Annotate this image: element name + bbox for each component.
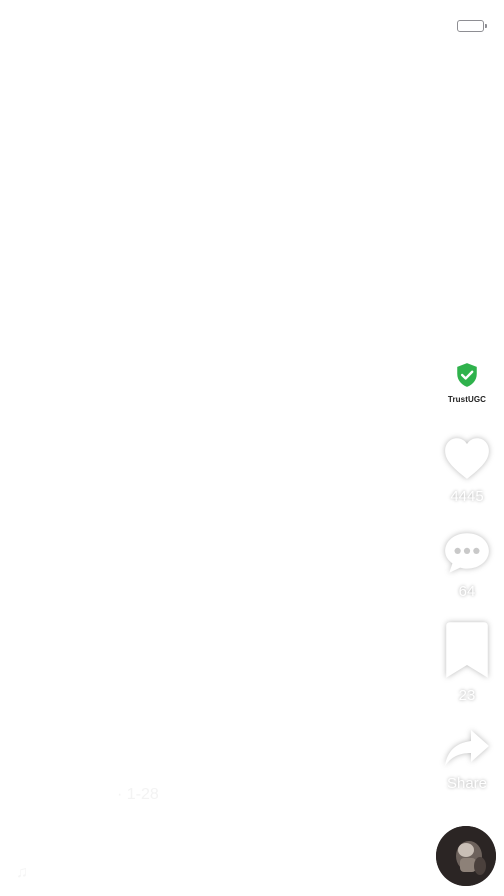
music-info[interactable]: ♫ bbox=[16, 864, 28, 882]
avatar-image bbox=[436, 826, 496, 886]
post-date: · 1-28 bbox=[117, 786, 159, 803]
shield-check-icon bbox=[457, 363, 477, 387]
share-label: Share bbox=[446, 775, 488, 792]
trust-label: TrustUGC bbox=[447, 395, 487, 404]
battery-icon bbox=[457, 20, 487, 32]
share-arrow-icon bbox=[445, 730, 489, 766]
share-button[interactable]: Share bbox=[436, 728, 498, 792]
author-avatar[interactable] bbox=[436, 826, 496, 886]
bookmark-button[interactable]: 23 bbox=[436, 620, 498, 704]
heart-icon bbox=[445, 438, 489, 479]
like-count: 4445 bbox=[450, 488, 484, 505]
comment-icon bbox=[445, 533, 489, 573]
comment-count: 64 bbox=[458, 583, 476, 600]
bookmark-icon bbox=[446, 622, 488, 678]
like-button[interactable]: 4445 bbox=[436, 435, 498, 505]
trust-badge[interactable]: TrustUGC bbox=[436, 362, 498, 404]
save-count: 23 bbox=[458, 687, 476, 704]
comment-button[interactable]: 64 bbox=[436, 530, 498, 600]
music-note-icon: ♫ bbox=[16, 864, 28, 881]
